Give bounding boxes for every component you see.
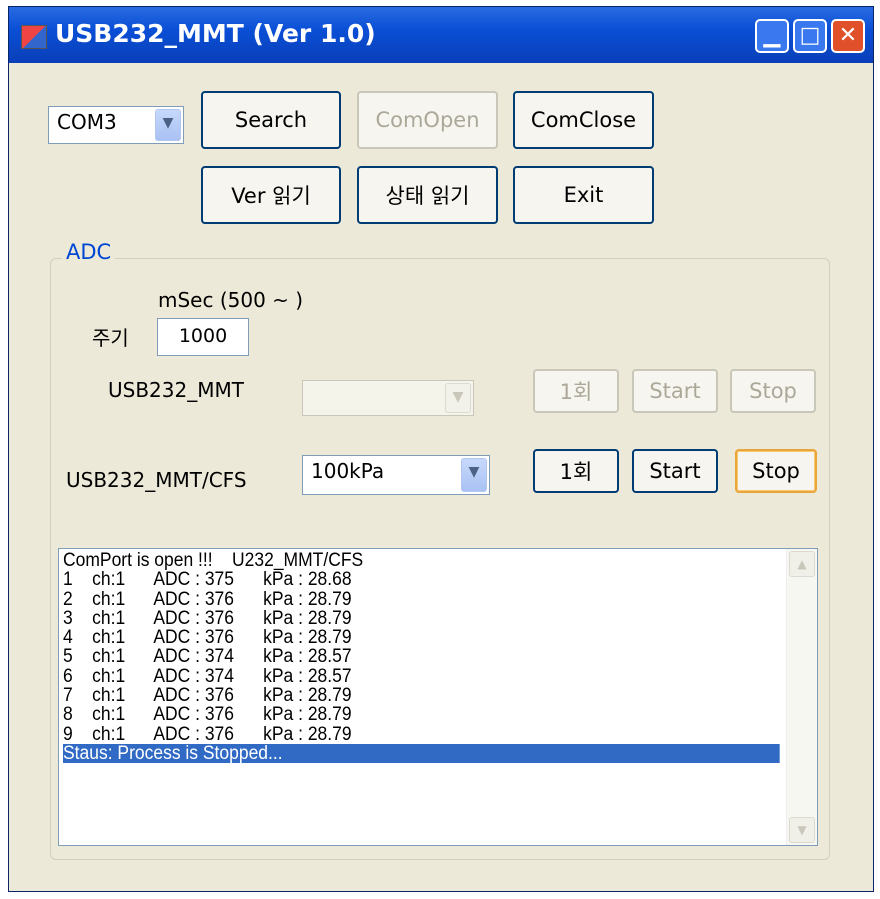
port-select[interactable]: COM3 ▼ — [48, 106, 184, 144]
status-line[interactable]: Staus: Process is Stopped... — [63, 744, 780, 763]
chevron-down-icon[interactable]: ▼ — [445, 383, 471, 413]
comclose-button[interactable]: ComClose — [513, 91, 654, 149]
maximize-button[interactable]: □ — [793, 19, 827, 53]
mmt-select[interactable]: ▼ — [302, 380, 474, 416]
log-listbox[interactable]: ComPort is open !!! U232_MMT/CFS 1 ch:1 A… — [58, 548, 818, 846]
log-line[interactable]: 7 ch:1 ADC : 376 kPa : 28.79 — [63, 686, 725, 706]
cfs-label: USB232_MMT/CFS — [66, 468, 247, 492]
close-button[interactable]: ✕ — [831, 19, 865, 53]
cfs-select-value: 100kPa — [311, 459, 385, 483]
minimize-icon: ▁ — [763, 23, 781, 48]
cfs-start-button[interactable]: Start — [632, 449, 718, 493]
log-line[interactable]: 9 ch:1 ADC : 376 kPa : 28.79 — [63, 724, 725, 744]
vertical-scrollbar[interactable]: ▲ ▼ — [786, 549, 817, 845]
mmt-label: USB232_MMT — [108, 378, 244, 402]
adc-group-title: ADC — [62, 240, 116, 264]
cfs-once-button[interactable]: 1회 — [533, 449, 619, 493]
log-line[interactable]: ComPort is open !!! U232_MMT/CFS — [63, 551, 725, 571]
log-line[interactable]: 4 ch:1 ADC : 376 kPa : 28.79 — [63, 628, 725, 648]
log-lines: ComPort is open !!! U232_MMT/CFS 1 ch:1 A… — [63, 551, 780, 763]
comopen-button[interactable]: ComOpen — [357, 91, 498, 149]
chevron-down-icon: ▼ — [797, 823, 807, 837]
period-input[interactable]: 1000 — [157, 318, 249, 356]
port-select-value: COM3 — [57, 110, 117, 134]
app-icon — [21, 25, 47, 49]
chevron-down-icon[interactable]: ▼ — [461, 458, 487, 492]
maximize-icon: □ — [799, 23, 821, 48]
scroll-up-button[interactable]: ▲ — [789, 551, 815, 577]
cfs-stop-button[interactable]: Stop — [735, 449, 817, 493]
ver-read-button[interactable]: Ver 읽기 — [201, 166, 341, 224]
chevron-down-icon[interactable]: ▼ — [155, 109, 181, 141]
mmt-stop-button[interactable]: Stop — [730, 369, 816, 413]
exit-button[interactable]: Exit — [513, 166, 654, 224]
cfs-select[interactable]: 100kPa ▼ — [302, 455, 490, 495]
log-line[interactable]: 5 ch:1 ADC : 374 kPa : 28.57 — [63, 647, 725, 667]
msec-hint-label: mSec (500 ~ ) — [158, 288, 304, 312]
mmt-once-button[interactable]: 1회 — [533, 369, 619, 413]
log-line[interactable]: 2 ch:1 ADC : 376 kPa : 28.79 — [63, 589, 725, 609]
chevron-up-icon: ▲ — [797, 557, 807, 571]
window-title: USB232_MMT (Ver 1.0) — [55, 19, 376, 48]
log-line[interactable]: 3 ch:1 ADC : 376 kPa : 28.79 — [63, 609, 725, 629]
period-label: 주기 — [92, 326, 129, 350]
log-line[interactable]: 1 ch:1 ADC : 375 kPa : 28.68 — [63, 570, 725, 590]
status-read-button[interactable]: 상태 읽기 — [357, 166, 498, 224]
scroll-down-button[interactable]: ▼ — [789, 817, 815, 843]
search-button[interactable]: Search — [201, 91, 341, 149]
log-line[interactable]: 6 ch:1 ADC : 374 kPa : 28.57 — [63, 666, 725, 686]
mmt-start-button[interactable]: Start — [632, 369, 718, 413]
log-line[interactable]: 8 ch:1 ADC : 376 kPa : 28.79 — [63, 705, 725, 725]
minimize-button[interactable]: ▁ — [755, 19, 789, 53]
title-bar[interactable]: USB232_MMT (Ver 1.0) ▁ □ ✕ — [9, 7, 873, 63]
close-icon: ✕ — [838, 23, 858, 48]
